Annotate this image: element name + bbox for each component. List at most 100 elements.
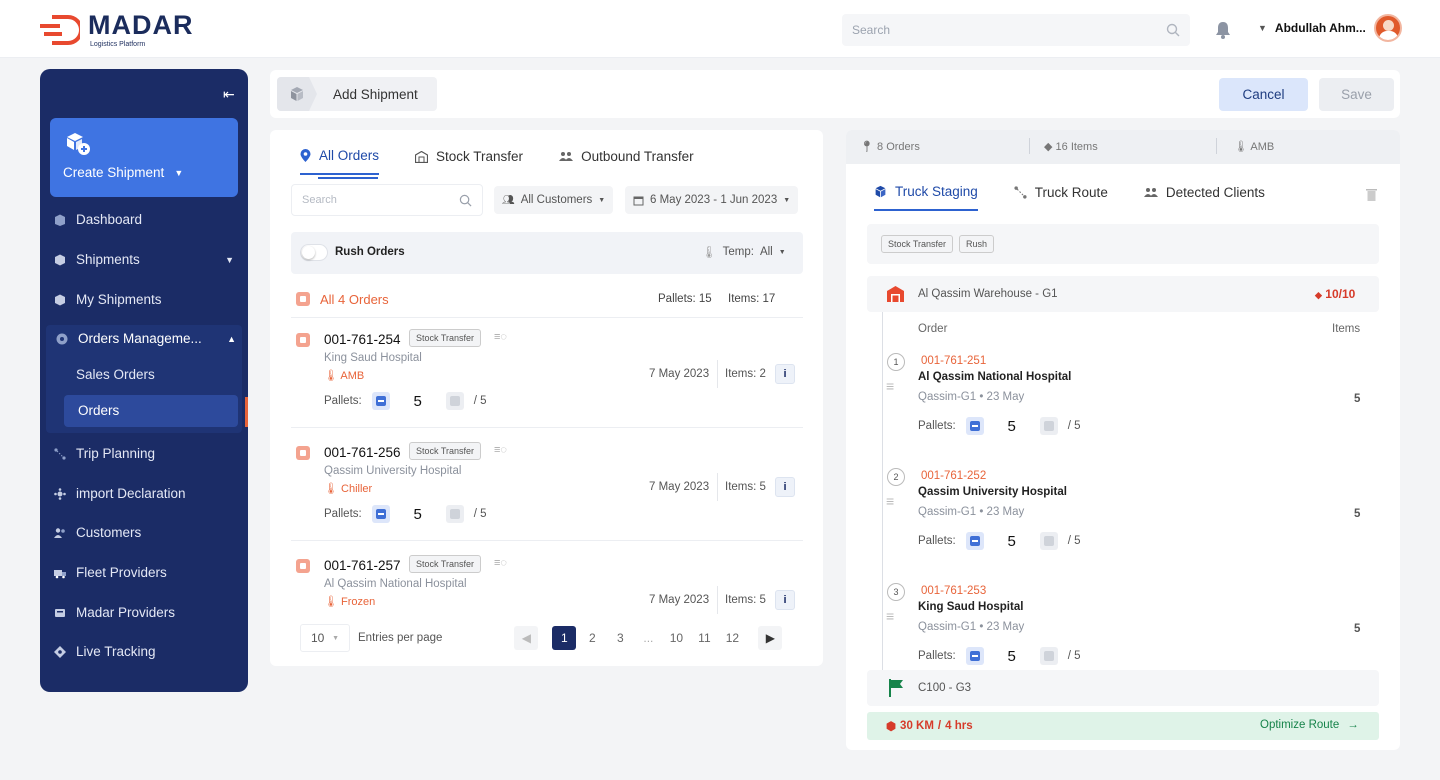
page-12[interactable]: 12 (720, 626, 744, 650)
order-checkbox[interactable] (296, 446, 310, 460)
rush-orders-toggle[interactable] (300, 244, 328, 261)
breadcrumb[interactable]: Add Shipment (277, 77, 437, 111)
increment-button[interactable] (445, 505, 464, 523)
order-row[interactable]: 001-761-257 Stock Transfer ≡◌ Al Qassim … (291, 546, 803, 616)
avatar (1373, 14, 1402, 42)
page-3[interactable]: 3 (608, 626, 632, 650)
customers-filter[interactable]: 👥︎ All Customers ▼ (494, 186, 614, 214)
page-10[interactable]: 10 (664, 626, 688, 650)
page-2[interactable]: 2 (580, 626, 604, 650)
nav-customers[interactable]: Customers (54, 525, 234, 540)
collapse-sidebar-icon[interactable]: ⇤ (223, 86, 235, 103)
items-count-value: 16 Items (1055, 141, 1098, 153)
per-page-select[interactable]: 10 ▼ (300, 624, 350, 652)
user-menu[interactable]: ▼ Abdullah Ahm... (1258, 14, 1402, 42)
decrement-button[interactable] (965, 532, 984, 550)
pallets-stepper: Pallets: 5 / 5 (324, 505, 487, 523)
decrement-button[interactable] (371, 505, 390, 523)
info-button[interactable]: i (775, 477, 795, 497)
nav-label: Trip Planning (76, 446, 156, 461)
decrement-button[interactable] (965, 417, 984, 435)
nav-trip-planning[interactable]: Trip Planning (54, 446, 234, 461)
decrement-button[interactable] (965, 647, 984, 665)
logo[interactable]: MADAR Logistics Platform (38, 12, 194, 48)
trash-icon[interactable] (1366, 188, 1377, 201)
increment-button[interactable] (1039, 532, 1058, 550)
stop-row[interactable]: 1 ≡ 001-761-251 Al Qassim National Hospi… (867, 348, 1379, 458)
tracking-icon (54, 645, 66, 658)
optimize-route-link[interactable]: Optimize Route → (1260, 719, 1359, 731)
nav-orders-management[interactable]: Orders Manageme... ▲ (56, 331, 236, 346)
order-checkbox[interactable] (296, 559, 310, 573)
tab-truck-staging[interactable]: Truck Staging (874, 184, 978, 211)
tab-detected-clients[interactable]: Detected Clients (1143, 184, 1265, 211)
nav-import-declaration[interactable]: import Declaration (54, 486, 234, 501)
tag-rush[interactable]: Rush (959, 235, 995, 253)
nav-live-tracking[interactable]: Live Tracking (54, 644, 234, 659)
sidebar: ⇤ Create Shipment ▼ Dashboard Shipments ▼… (40, 69, 248, 692)
drag-handle-icon[interactable]: ≡ (886, 494, 894, 508)
thermometer-icon: 🌡︎ (702, 247, 717, 259)
pallets-max: / 5 (1067, 420, 1081, 432)
chevron-down-icon: ▼ (225, 254, 234, 265)
pallets-quantity[interactable]: 5 (994, 648, 1030, 665)
drag-handle-icon[interactable]: ≡ (886, 609, 894, 623)
nav-label: Shipments (76, 252, 140, 267)
tab-all-orders[interactable]: All Orders (300, 148, 380, 175)
page-title: Add Shipment (333, 86, 418, 102)
drag-handle-icon[interactable]: ≡ (886, 379, 894, 393)
route-distance: 30 KM (900, 720, 934, 732)
pallets-quantity[interactable]: 5 (400, 393, 436, 410)
declaration-icon (54, 487, 66, 500)
select-all-checkbox[interactable] (296, 292, 310, 306)
order-checkbox[interactable] (296, 333, 310, 347)
orders-search-input[interactable]: Search (291, 184, 483, 216)
pallets-quantity[interactable]: 5 (994, 418, 1030, 435)
increment-button[interactable] (1039, 417, 1058, 435)
drag-handle-icon[interactable]: ≡◌ (494, 444, 507, 456)
info-button[interactable]: i (775, 364, 795, 384)
order-row[interactable]: 001-761-256 Stock Transfer ≡◌ Qassim Uni… (291, 433, 803, 541)
nav-my-shipments[interactable]: My Shipments (54, 292, 234, 307)
page-1[interactable]: 1 (552, 626, 577, 650)
date-range-filter[interactable]: 6 May 2023 - 1 Jun 2023 ▼ (625, 186, 799, 214)
pallets-quantity[interactable]: 5 (994, 533, 1030, 550)
tab-outbound-transfer[interactable]: Outbound Transfer (559, 148, 694, 175)
nav-shipments[interactable]: Shipments ▼ (54, 252, 234, 267)
nav-orders[interactable]: Orders (78, 403, 258, 418)
nav-fleet-providers[interactable]: Fleet Providers (54, 565, 234, 580)
decrement-button[interactable] (371, 392, 390, 410)
stop-number: 3 (887, 583, 905, 601)
create-shipment-button[interactable]: Create Shipment ▼ (50, 118, 238, 197)
info-button[interactable]: i (775, 590, 795, 610)
pallets-quantity[interactable]: 5 (400, 506, 436, 523)
truck-summary: 📍︎ 8 Orders ◆ 16 Items 🌡︎ AMB (846, 130, 1400, 164)
pagination: 10 ▼ Entries per page ◀ 1 2 3 ... 10 11 … (300, 624, 795, 652)
prev-page-button[interactable]: ◀ (514, 626, 539, 650)
temp-value: All (759, 246, 773, 258)
stop-row[interactable]: 2 ≡ 001-761-252 Qassim University Hospit… (867, 463, 1379, 573)
tab-stock-transfer[interactable]: Stock Transfer (415, 148, 523, 175)
save-button[interactable]: Save (1319, 78, 1394, 111)
order-row[interactable]: 001-761-254 Stock Transfer ≡◌ King Saud … (291, 320, 803, 428)
col-items: Items (1332, 323, 1361, 335)
drag-handle-icon[interactable]: ≡◌ (494, 557, 507, 569)
order-id: 001-761-256 (324, 445, 401, 460)
nav-sales-orders[interactable]: Sales Orders (76, 367, 256, 382)
next-page-button[interactable]: ▶ (758, 626, 783, 650)
temp-filter[interactable]: 🌡︎ Temp: All ▼ (702, 245, 786, 259)
temperature-value: Frozen (341, 596, 376, 608)
increment-button[interactable] (445, 392, 464, 410)
nav-dashboard[interactable]: Dashboard (54, 212, 234, 227)
nav-madar-providers[interactable]: Madar Providers (54, 605, 234, 620)
tab-truck-route[interactable]: Truck Route (1014, 184, 1108, 211)
increment-button[interactable] (1039, 647, 1058, 665)
drag-handle-icon[interactable]: ≡◌ (494, 331, 507, 343)
global-search-input[interactable]: Search (842, 14, 1190, 46)
stop-meta: Qassim-G1 • 23 May (918, 621, 1025, 633)
stop-row[interactable]: 3 ≡ 001-761-253 King Saud Hospital Qassi… (867, 578, 1379, 668)
tag-stock-transfer[interactable]: Stock Transfer (881, 235, 954, 253)
cancel-button[interactable]: Cancel (1219, 78, 1308, 111)
page-11[interactable]: 11 (692, 626, 716, 650)
notification-bell-icon[interactable] (1212, 19, 1234, 41)
